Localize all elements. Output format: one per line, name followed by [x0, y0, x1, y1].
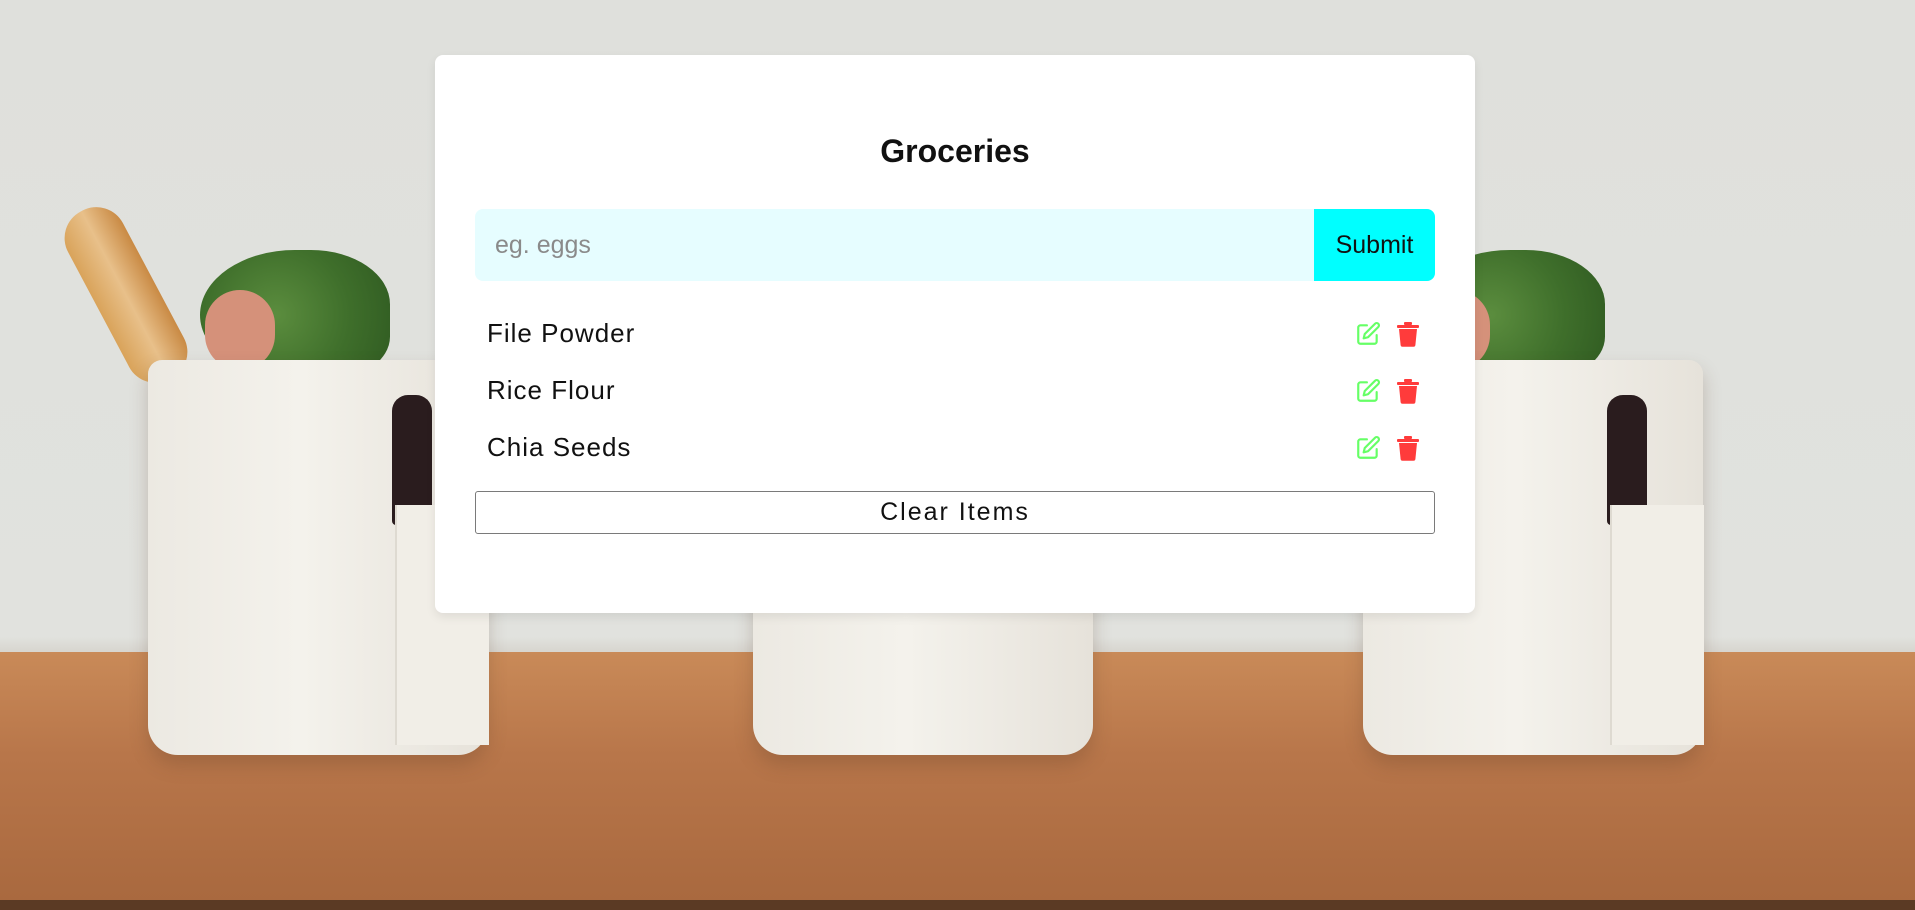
- list-item: File Powder: [475, 305, 1435, 362]
- grocery-form: Submit: [475, 209, 1435, 281]
- list-item: Rice Flour: [475, 362, 1435, 419]
- edit-icon: [1357, 321, 1380, 345]
- edit-button[interactable]: [1353, 319, 1383, 349]
- edit-button[interactable]: [1353, 433, 1383, 463]
- grocery-card: Groceries Submit File Powder: [435, 55, 1475, 613]
- item-label: File Powder: [487, 318, 636, 348]
- delete-button[interactable]: [1393, 376, 1423, 406]
- grocery-list: File Powder Rice Flour Chia Seeds: [475, 305, 1435, 476]
- list-item: Chia Seeds: [475, 419, 1435, 476]
- grocery-input[interactable]: [475, 209, 1314, 281]
- clear-items-button[interactable]: Clear Items: [475, 491, 1435, 534]
- edit-icon: [1357, 378, 1380, 402]
- page: Groceries Submit File Powder: [0, 0, 1915, 910]
- delete-button[interactable]: [1393, 319, 1423, 349]
- background-photo: [1822, 0, 1915, 910]
- edit-button[interactable]: [1353, 376, 1383, 406]
- item-label: Chia Seeds: [487, 432, 632, 462]
- trash-icon: [1397, 435, 1419, 461]
- item-label: Rice Flour: [487, 375, 616, 405]
- trash-icon: [1397, 321, 1419, 347]
- edit-icon: [1357, 435, 1380, 459]
- submit-button[interactable]: Submit: [1314, 209, 1435, 281]
- trash-icon: [1397, 378, 1419, 404]
- page-title: Groceries: [880, 133, 1030, 169]
- delete-button[interactable]: [1393, 433, 1423, 463]
